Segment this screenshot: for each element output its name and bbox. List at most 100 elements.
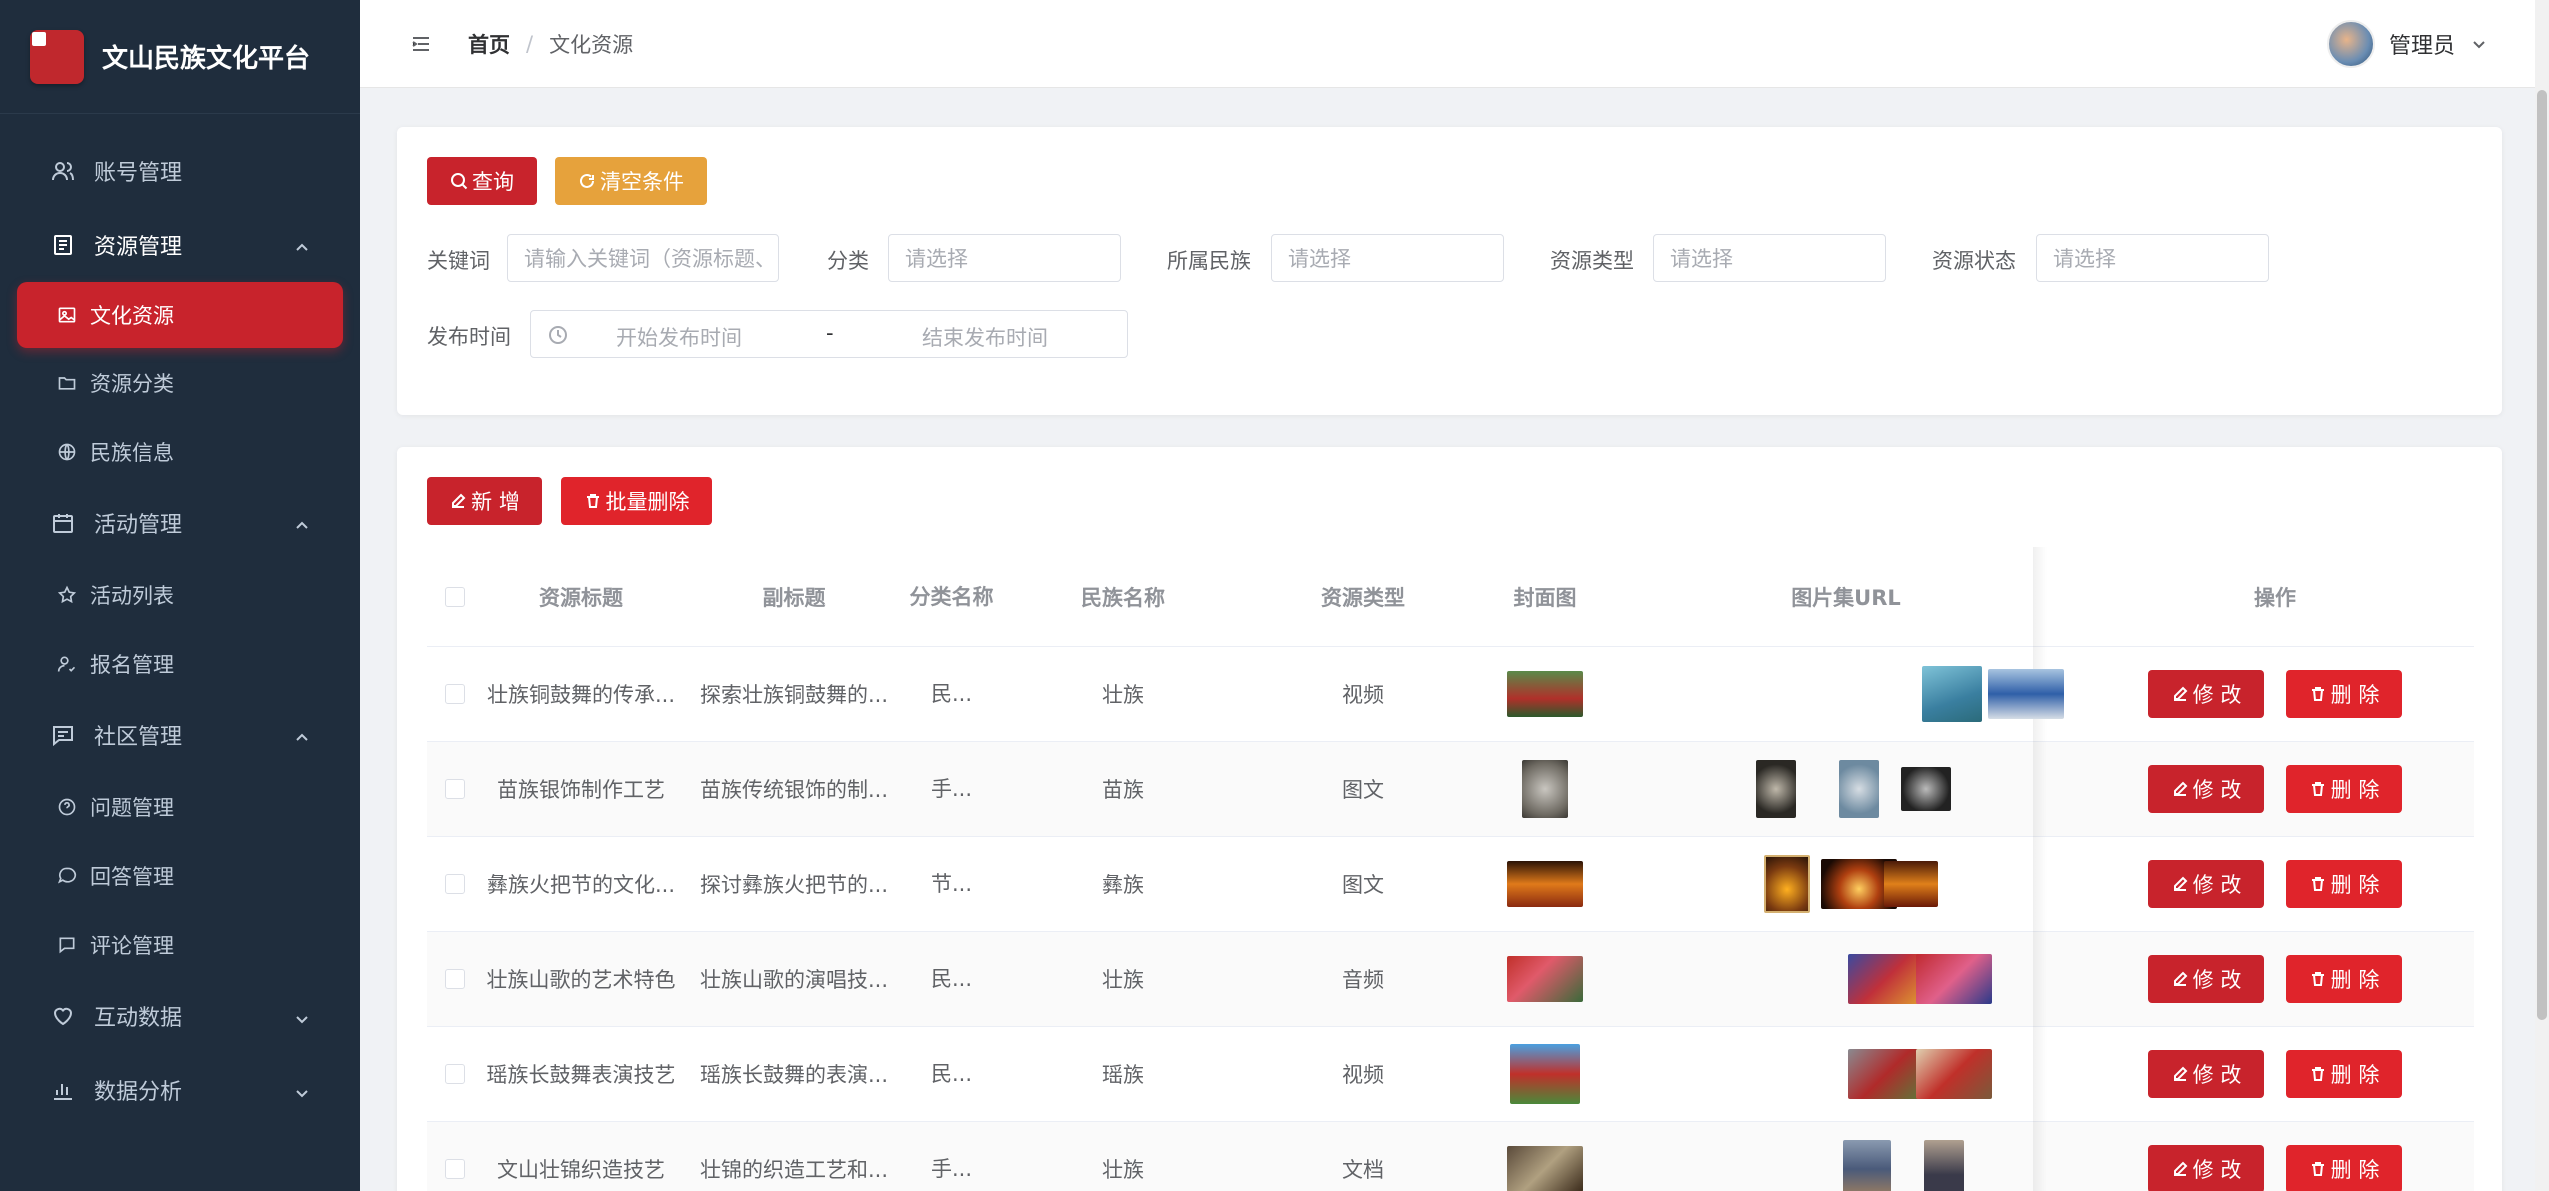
table-row[interactable]: 瑶族长鼓舞表演技艺 瑶族长鼓舞的表演... 民... 瑶族 视频 修 改 删 除 (427, 1027, 2474, 1122)
table-row[interactable]: 文山壮锦织造技艺 壮锦的织造工艺和... 手... 壮族 文档 修 改 删 除 (427, 1122, 2474, 1191)
gallery-image[interactable] (1901, 767, 1951, 811)
cell-ethnic: 彝族 (1102, 873, 1144, 897)
gallery-image[interactable] (1848, 954, 1924, 1004)
sidebar-item-community[interactable]: 社区管理 (0, 698, 360, 772)
cover-image[interactable] (1522, 760, 1568, 818)
start-date-input[interactable]: 开始发布时间 (616, 322, 742, 352)
cell-gallery (1616, 1027, 2076, 1121)
table-row[interactable]: 彝族火把节的文化... 探讨彝族火把节的... 节... 彝族 图文 修 改 删… (427, 837, 2474, 932)
batch-delete-button[interactable]: 批量删除 (561, 477, 712, 525)
cell-subtitle: 苗族传统银饰的制... (699, 778, 889, 802)
gallery-image[interactable] (1916, 954, 1992, 1004)
status-select[interactable]: 请选择 (2036, 234, 2269, 282)
sidebar-item-analytics[interactable]: 数据分析 (0, 1053, 360, 1127)
keyword-input[interactable]: 请输入关键词（资源标题、 (507, 234, 779, 282)
category-select[interactable]: 请选择 (888, 234, 1121, 282)
add-button[interactable]: 新 增 (427, 477, 542, 525)
sidebar-item-activity-list[interactable]: 活动列表 (0, 560, 360, 629)
header-category[interactable]: 分类名称 (909, 580, 994, 614)
gallery-image[interactable] (1848, 1049, 1924, 1099)
delete-button[interactable]: 删 除 (2286, 1050, 2402, 1098)
delete-button[interactable]: 删 除 (2286, 860, 2402, 908)
gallery-image[interactable] (1843, 1140, 1891, 1191)
cell-ops: 修 改 删 除 (2076, 1145, 2474, 1191)
avatar[interactable] (2326, 20, 2375, 68)
publish-date-range[interactable]: 开始发布时间 - 结束发布时间 (530, 310, 1128, 358)
table-row[interactable]: 苗族银饰制作工艺 苗族传统银饰的制... 手... 苗族 图文 修 改 删 除 (427, 742, 2474, 837)
cover-image[interactable] (1507, 671, 1583, 717)
sidebar-item-comments[interactable]: 评论管理 (0, 910, 360, 979)
gallery-image[interactable] (1924, 1140, 1964, 1191)
gallery-image[interactable] (1988, 669, 2064, 719)
cover-image[interactable] (1510, 1044, 1580, 1104)
sidebar-item-activities[interactable]: 活动管理 (0, 486, 360, 560)
cover-image[interactable] (1507, 861, 1583, 907)
edit-label: 修 改 (2192, 1158, 2242, 1182)
star-icon (56, 584, 78, 606)
page-scrollbar[interactable] (2535, 0, 2549, 1191)
chevron-down-icon[interactable] (2471, 36, 2487, 52)
row-checkbox[interactable] (445, 874, 465, 894)
edit-button[interactable]: 修 改 (2148, 1145, 2264, 1191)
user-menu[interactable]: 管理员 (2326, 20, 2487, 68)
delete-button[interactable]: 删 除 (2286, 765, 2402, 813)
header-title[interactable]: 资源标题 (483, 582, 679, 612)
select-all-checkbox[interactable] (445, 586, 465, 607)
edit-label: 修 改 (2192, 968, 2242, 992)
query-button[interactable]: 查询 (427, 157, 537, 205)
trash-icon (586, 494, 599, 508)
edit-button[interactable]: 修 改 (2148, 860, 2264, 908)
sidebar-item-registration[interactable]: 报名管理 (0, 629, 360, 698)
sidebar-item-resources[interactable]: 资源管理 (0, 208, 360, 282)
brand: 文山民族文化平台 (0, 0, 360, 114)
gallery-image[interactable] (1839, 760, 1879, 818)
header-cover[interactable]: 封面图 (1474, 582, 1616, 612)
row-checkbox[interactable] (445, 684, 465, 704)
delete-label: 删 除 (2330, 778, 2380, 802)
sidebar-item-interactions[interactable]: 互动数据 (0, 979, 360, 1053)
table-row[interactable]: 壮族山歌的艺术特色 壮族山歌的演唱技... 民... 壮族 音频 修 改 删 除 (427, 932, 2474, 1027)
edit-button[interactable]: 修 改 (2148, 1050, 2264, 1098)
ethnic-select[interactable]: 请选择 (1271, 234, 1504, 282)
delete-button[interactable]: 删 除 (2286, 670, 2402, 718)
table-row[interactable]: 壮族铜鼓舞的传承... 探索壮族铜鼓舞的... 民... 壮族 视频 修 改 删… (427, 647, 2474, 742)
cell-cover (1474, 760, 1616, 818)
gallery-image[interactable] (1916, 1049, 1992, 1099)
row-checkbox[interactable] (445, 1159, 465, 1179)
sidebar-item-questions[interactable]: 问题管理 (0, 772, 360, 841)
reset-button[interactable]: 清空条件 (555, 157, 707, 205)
sidebar-item-accounts[interactable]: 账号管理 (0, 134, 360, 208)
delete-button[interactable]: 删 除 (2286, 1145, 2402, 1191)
cell-title: 瑶族长鼓舞表演技艺 (486, 1063, 676, 1087)
sidebar-item-culture-resources[interactable]: 文化资源 (17, 282, 343, 348)
edit-button[interactable]: 修 改 (2148, 955, 2264, 1003)
menu-toggle-icon[interactable] (410, 33, 432, 55)
cover-image[interactable] (1507, 1146, 1583, 1191)
user-name[interactable]: 管理员 (2389, 28, 2455, 60)
sidebar-item-ethnic-info[interactable]: 民族信息 (0, 417, 360, 486)
scrollbar-thumb[interactable] (2537, 90, 2547, 1020)
edit-button[interactable]: 修 改 (2148, 765, 2264, 813)
sidebar-item-resource-category[interactable]: 资源分类 (0, 348, 360, 417)
sidebar-item-label: 互动数据 (94, 1006, 183, 1031)
header-ethnic[interactable]: 民族名称 (994, 582, 1252, 612)
type-select[interactable]: 请选择 (1653, 234, 1886, 282)
row-checkbox[interactable] (445, 1064, 465, 1084)
end-date-input[interactable]: 结束发布时间 (922, 322, 1048, 352)
header-subtitle[interactable]: 副标题 (679, 582, 909, 612)
gallery-image[interactable] (1764, 855, 1810, 913)
gallery-image[interactable] (1756, 760, 1796, 818)
cell-category: 民... (930, 682, 973, 706)
header-type[interactable]: 资源类型 (1252, 582, 1474, 612)
edit-button[interactable]: 修 改 (2148, 670, 2264, 718)
header-gallery[interactable]: 图片集URL (1616, 547, 2076, 646)
cell-type: 视频 (1342, 1063, 1384, 1087)
sidebar-item-answers[interactable]: 回答管理 (0, 841, 360, 910)
delete-button[interactable]: 删 除 (2286, 955, 2402, 1003)
gallery-image[interactable] (1922, 666, 1982, 722)
gallery-image[interactable] (1884, 861, 1938, 907)
cover-image[interactable] (1507, 956, 1583, 1002)
breadcrumb-home[interactable]: 首页 (468, 29, 510, 59)
row-checkbox[interactable] (445, 969, 465, 989)
row-checkbox[interactable] (445, 779, 465, 799)
